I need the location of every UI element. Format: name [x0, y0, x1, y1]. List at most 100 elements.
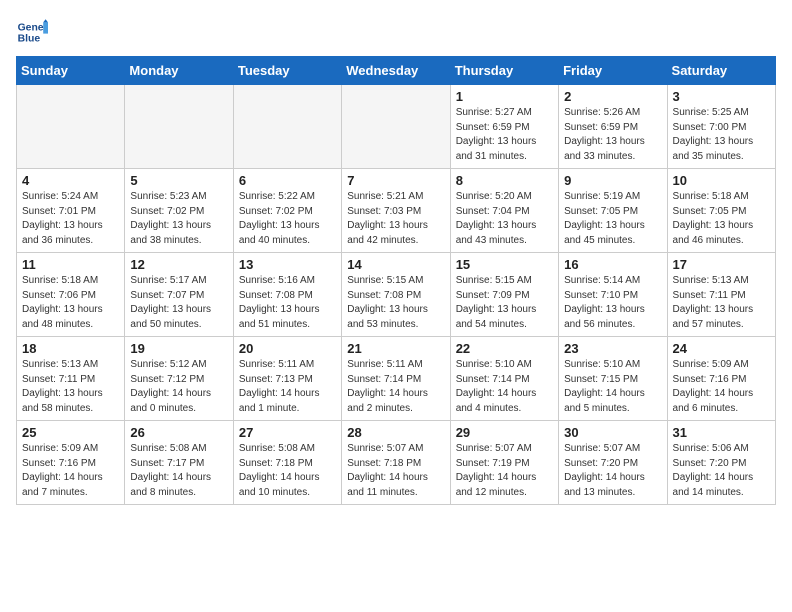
- day-number: 22: [456, 341, 553, 356]
- day-number: 19: [130, 341, 227, 356]
- calendar-cell: 11 Sunrise: 5:18 AM Sunset: 7:06 PM Dayli…: [17, 253, 125, 337]
- calendar-cell: 24 Sunrise: 5:09 AM Sunset: 7:16 PM Dayli…: [667, 337, 775, 421]
- day-info: Sunrise: 5:07 AM Sunset: 7:20 PM Dayligh…: [564, 442, 661, 500]
- svg-text:Blue: Blue: [18, 34, 41, 45]
- day-number: 11: [22, 257, 119, 272]
- day-number: 1: [456, 89, 553, 104]
- weekday-header-cell: Monday: [125, 57, 233, 85]
- day-number: 25: [22, 425, 119, 440]
- day-info: Sunrise: 5:23 AM Sunset: 7:02 PM Dayligh…: [130, 190, 227, 248]
- day-number: 4: [22, 173, 119, 188]
- calendar-cell: 20 Sunrise: 5:11 AM Sunset: 7:13 PM Dayli…: [233, 337, 341, 421]
- calendar-cell: 18 Sunrise: 5:13 AM Sunset: 7:11 PM Dayli…: [17, 337, 125, 421]
- day-number: 21: [347, 341, 444, 356]
- calendar-cell: 15 Sunrise: 5:15 AM Sunset: 7:09 PM Dayli…: [450, 253, 558, 337]
- day-number: 10: [673, 173, 770, 188]
- day-info: Sunrise: 5:12 AM Sunset: 7:12 PM Dayligh…: [130, 358, 227, 416]
- page-header: General Blue: [16, 16, 776, 48]
- weekday-header-cell: Sunday: [17, 57, 125, 85]
- day-number: 6: [239, 173, 336, 188]
- day-number: 16: [564, 257, 661, 272]
- calendar-cell: 5 Sunrise: 5:23 AM Sunset: 7:02 PM Daylig…: [125, 169, 233, 253]
- weekday-header-cell: Thursday: [450, 57, 558, 85]
- day-number: 5: [130, 173, 227, 188]
- weekday-header-cell: Friday: [559, 57, 667, 85]
- day-info: Sunrise: 5:06 AM Sunset: 7:20 PM Dayligh…: [673, 442, 770, 500]
- day-info: Sunrise: 5:19 AM Sunset: 7:05 PM Dayligh…: [564, 190, 661, 248]
- weekday-header-cell: Saturday: [667, 57, 775, 85]
- day-number: 24: [673, 341, 770, 356]
- day-info: Sunrise: 5:07 AM Sunset: 7:18 PM Dayligh…: [347, 442, 444, 500]
- day-info: Sunrise: 5:08 AM Sunset: 7:17 PM Dayligh…: [130, 442, 227, 500]
- day-info: Sunrise: 5:09 AM Sunset: 7:16 PM Dayligh…: [22, 442, 119, 500]
- day-info: Sunrise: 5:13 AM Sunset: 7:11 PM Dayligh…: [673, 274, 770, 332]
- day-number: 13: [239, 257, 336, 272]
- day-number: 30: [564, 425, 661, 440]
- day-info: Sunrise: 5:11 AM Sunset: 7:13 PM Dayligh…: [239, 358, 336, 416]
- day-info: Sunrise: 5:11 AM Sunset: 7:14 PM Dayligh…: [347, 358, 444, 416]
- calendar-cell: 6 Sunrise: 5:22 AM Sunset: 7:02 PM Daylig…: [233, 169, 341, 253]
- day-number: 15: [456, 257, 553, 272]
- day-info: Sunrise: 5:10 AM Sunset: 7:15 PM Dayligh…: [564, 358, 661, 416]
- day-info: Sunrise: 5:13 AM Sunset: 7:11 PM Dayligh…: [22, 358, 119, 416]
- day-info: Sunrise: 5:22 AM Sunset: 7:02 PM Dayligh…: [239, 190, 336, 248]
- day-number: 18: [22, 341, 119, 356]
- day-number: 14: [347, 257, 444, 272]
- day-info: Sunrise: 5:09 AM Sunset: 7:16 PM Dayligh…: [673, 358, 770, 416]
- day-number: 9: [564, 173, 661, 188]
- day-info: Sunrise: 5:17 AM Sunset: 7:07 PM Dayligh…: [130, 274, 227, 332]
- calendar-cell: [233, 85, 341, 169]
- day-info: Sunrise: 5:24 AM Sunset: 7:01 PM Dayligh…: [22, 190, 119, 248]
- day-info: Sunrise: 5:15 AM Sunset: 7:08 PM Dayligh…: [347, 274, 444, 332]
- calendar-cell: 28 Sunrise: 5:07 AM Sunset: 7:18 PM Dayli…: [342, 421, 450, 505]
- calendar-row: 18 Sunrise: 5:13 AM Sunset: 7:11 PM Dayli…: [17, 337, 776, 421]
- day-number: 20: [239, 341, 336, 356]
- day-number: 8: [456, 173, 553, 188]
- calendar-cell: 2 Sunrise: 5:26 AM Sunset: 6:59 PM Daylig…: [559, 85, 667, 169]
- day-info: Sunrise: 5:21 AM Sunset: 7:03 PM Dayligh…: [347, 190, 444, 248]
- calendar-cell: 30 Sunrise: 5:07 AM Sunset: 7:20 PM Dayli…: [559, 421, 667, 505]
- day-number: 7: [347, 173, 444, 188]
- calendar-cell: 31 Sunrise: 5:06 AM Sunset: 7:20 PM Dayli…: [667, 421, 775, 505]
- logo: General Blue: [16, 16, 48, 48]
- calendar-cell: 22 Sunrise: 5:10 AM Sunset: 7:14 PM Dayli…: [450, 337, 558, 421]
- calendar-cell: 21 Sunrise: 5:11 AM Sunset: 7:14 PM Dayli…: [342, 337, 450, 421]
- day-number: 28: [347, 425, 444, 440]
- calendar-cell: 14 Sunrise: 5:15 AM Sunset: 7:08 PM Dayli…: [342, 253, 450, 337]
- calendar-row: 4 Sunrise: 5:24 AM Sunset: 7:01 PM Daylig…: [17, 169, 776, 253]
- day-info: Sunrise: 5:26 AM Sunset: 6:59 PM Dayligh…: [564, 106, 661, 164]
- calendar-cell: 3 Sunrise: 5:25 AM Sunset: 7:00 PM Daylig…: [667, 85, 775, 169]
- day-info: Sunrise: 5:25 AM Sunset: 7:00 PM Dayligh…: [673, 106, 770, 164]
- day-info: Sunrise: 5:18 AM Sunset: 7:06 PM Dayligh…: [22, 274, 119, 332]
- day-number: 26: [130, 425, 227, 440]
- logo-icon: General Blue: [16, 16, 48, 48]
- day-info: Sunrise: 5:14 AM Sunset: 7:10 PM Dayligh…: [564, 274, 661, 332]
- calendar-cell: 12 Sunrise: 5:17 AM Sunset: 7:07 PM Dayli…: [125, 253, 233, 337]
- calendar-cell: [125, 85, 233, 169]
- calendar-cell: 4 Sunrise: 5:24 AM Sunset: 7:01 PM Daylig…: [17, 169, 125, 253]
- day-number: 12: [130, 257, 227, 272]
- day-number: 23: [564, 341, 661, 356]
- calendar-cell: 9 Sunrise: 5:19 AM Sunset: 7:05 PM Daylig…: [559, 169, 667, 253]
- day-number: 31: [673, 425, 770, 440]
- day-info: Sunrise: 5:15 AM Sunset: 7:09 PM Dayligh…: [456, 274, 553, 332]
- calendar-cell: 17 Sunrise: 5:13 AM Sunset: 7:11 PM Dayli…: [667, 253, 775, 337]
- day-number: 3: [673, 89, 770, 104]
- calendar-cell: [342, 85, 450, 169]
- day-info: Sunrise: 5:27 AM Sunset: 6:59 PM Dayligh…: [456, 106, 553, 164]
- calendar-row: 11 Sunrise: 5:18 AM Sunset: 7:06 PM Dayli…: [17, 253, 776, 337]
- calendar-cell: [17, 85, 125, 169]
- calendar-cell: 13Sunrise: 5:16 AM Sunset: 7:08 PM Dayli…: [233, 253, 341, 337]
- day-number: 17: [673, 257, 770, 272]
- calendar-body: 1 Sunrise: 5:27 AM Sunset: 6:59 PM Daylig…: [17, 85, 776, 505]
- calendar-cell: 23 Sunrise: 5:10 AM Sunset: 7:15 PM Dayli…: [559, 337, 667, 421]
- day-info: Sunrise: 5:10 AM Sunset: 7:14 PM Dayligh…: [456, 358, 553, 416]
- calendar-cell: 26 Sunrise: 5:08 AM Sunset: 7:17 PM Dayli…: [125, 421, 233, 505]
- day-info: Sunrise: 5:18 AM Sunset: 7:05 PM Dayligh…: [673, 190, 770, 248]
- day-number: 2: [564, 89, 661, 104]
- weekday-header-row: SundayMondayTuesdayWednesdayThursdayFrid…: [17, 57, 776, 85]
- calendar-cell: 8Sunrise: 5:20 AM Sunset: 7:04 PM Daylig…: [450, 169, 558, 253]
- calendar-row: 1 Sunrise: 5:27 AM Sunset: 6:59 PM Daylig…: [17, 85, 776, 169]
- weekday-header-cell: Tuesday: [233, 57, 341, 85]
- calendar-row: 25 Sunrise: 5:09 AM Sunset: 7:16 PM Dayli…: [17, 421, 776, 505]
